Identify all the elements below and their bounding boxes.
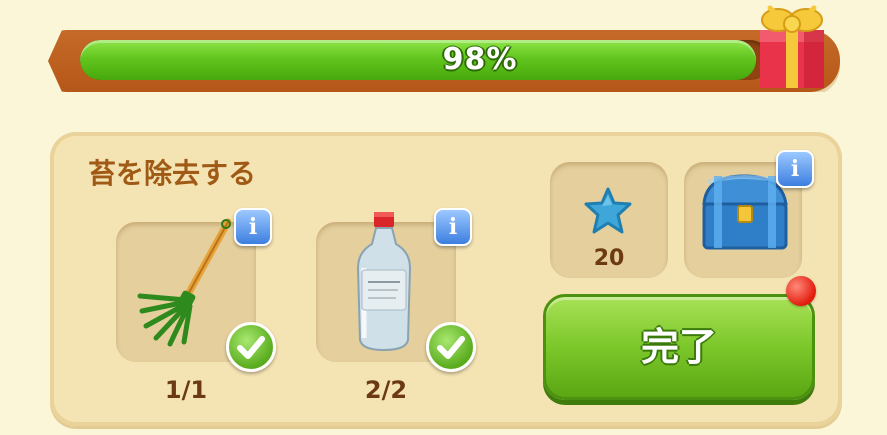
reward-star-amount: 20 [593, 246, 625, 271]
completed-check-icon [426, 322, 476, 372]
solvent-bottle-icon [356, 212, 412, 352]
item-count-rake: 1/1 [164, 376, 208, 404]
item-count-bottle: 2/2 [364, 376, 408, 404]
info-button-chest[interactable]: i [776, 150, 814, 188]
info-button-bottle[interactable]: i [434, 208, 472, 246]
info-button-rake[interactable]: i [234, 208, 272, 246]
notification-dot [786, 276, 816, 306]
complete-button[interactable]: 完了 [543, 294, 815, 400]
quest-title: 苔を除去する [88, 157, 257, 190]
gift-box-icon[interactable] [752, 0, 832, 94]
completed-check-icon [226, 322, 276, 372]
blue-star-icon [584, 187, 632, 234]
